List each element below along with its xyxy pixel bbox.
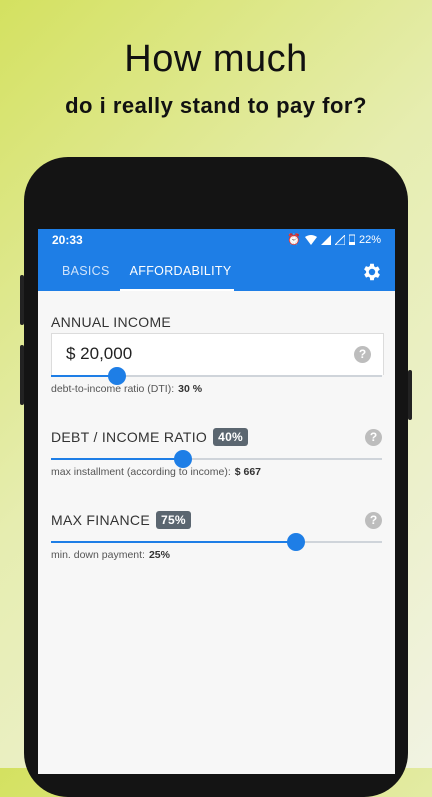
battery-icon xyxy=(348,234,355,245)
battery-level: 22% xyxy=(358,233,381,246)
max-finance-label: MAX FINANCE xyxy=(51,512,150,528)
headline-line2: do i really stand to pay for? xyxy=(65,93,367,118)
annual-income-slider[interactable] xyxy=(51,367,382,385)
dti-label-row: DEBT / INCOME RATIO 40% xyxy=(51,428,249,446)
max-finance-slider[interactable] xyxy=(51,533,382,551)
app-bar: 20:33 ⏰ 22% BASICS AFFORDABILITY xyxy=(38,229,395,291)
max-finance-badge: 75% xyxy=(155,511,191,529)
dti-label: DEBT / INCOME RATIO xyxy=(51,429,208,445)
signal-off-icon xyxy=(334,234,345,245)
annual-income-field[interactable]: $ 20,000 ? xyxy=(51,333,384,375)
wifi-icon xyxy=(304,234,317,245)
slider-fill xyxy=(51,541,296,543)
help-icon-income[interactable]: ? xyxy=(354,346,371,363)
dti-note-value: 30 % xyxy=(178,383,203,395)
tab-affordability[interactable]: AFFORDABILITY xyxy=(119,255,234,291)
max-finance-label-row: MAX FINANCE 75% xyxy=(51,511,191,529)
min-down-payment-label: min. down payment: xyxy=(51,549,145,561)
alarm-icon: ⏰ xyxy=(287,234,301,246)
tab-bar: BASICS AFFORDABILITY xyxy=(38,255,234,291)
max-installment-label: max installment (according to income): xyxy=(51,466,231,478)
headline-line1: How much xyxy=(124,38,308,80)
status-time: 20:33 xyxy=(52,233,83,247)
promo-headline: How much do i really stand to pay for? xyxy=(0,38,432,119)
help-icon-dti[interactable]: ? xyxy=(365,429,382,446)
phone-button-left-2 xyxy=(20,345,24,405)
tab-basics[interactable]: BASICS xyxy=(38,255,120,291)
max-installment-value: $ 667 xyxy=(234,466,262,478)
slider-thumb[interactable] xyxy=(286,533,305,551)
dti-slider[interactable] xyxy=(51,450,382,468)
dti-note: debt-to-income ratio (DTI): 30 % xyxy=(51,383,202,395)
help-icon-max-finance[interactable]: ? xyxy=(365,512,382,529)
max-installment-note: max installment (according to income): $ … xyxy=(51,466,261,478)
app-screen: 20:33 ⏰ 22% BASICS AFFORDABILITY ANNUAL … xyxy=(38,229,395,774)
phone-button-right xyxy=(408,370,412,420)
gear-icon[interactable] xyxy=(361,261,383,283)
signal-icon xyxy=(320,234,331,245)
dti-note-label: debt-to-income ratio (DTI): xyxy=(51,383,175,395)
annual-income-label: ANNUAL INCOME xyxy=(51,314,172,330)
min-down-payment-note: min. down payment: 25% xyxy=(51,549,170,561)
slider-fill xyxy=(51,458,184,460)
dti-badge: 40% xyxy=(213,428,249,446)
annual-income-value[interactable]: $ 20,000 xyxy=(66,344,132,364)
min-down-payment-value: 25% xyxy=(148,549,170,561)
status-bar: 20:33 ⏰ 22% xyxy=(38,229,395,251)
phone-button-left xyxy=(20,275,24,325)
status-icons: ⏰ 22% xyxy=(287,233,381,247)
